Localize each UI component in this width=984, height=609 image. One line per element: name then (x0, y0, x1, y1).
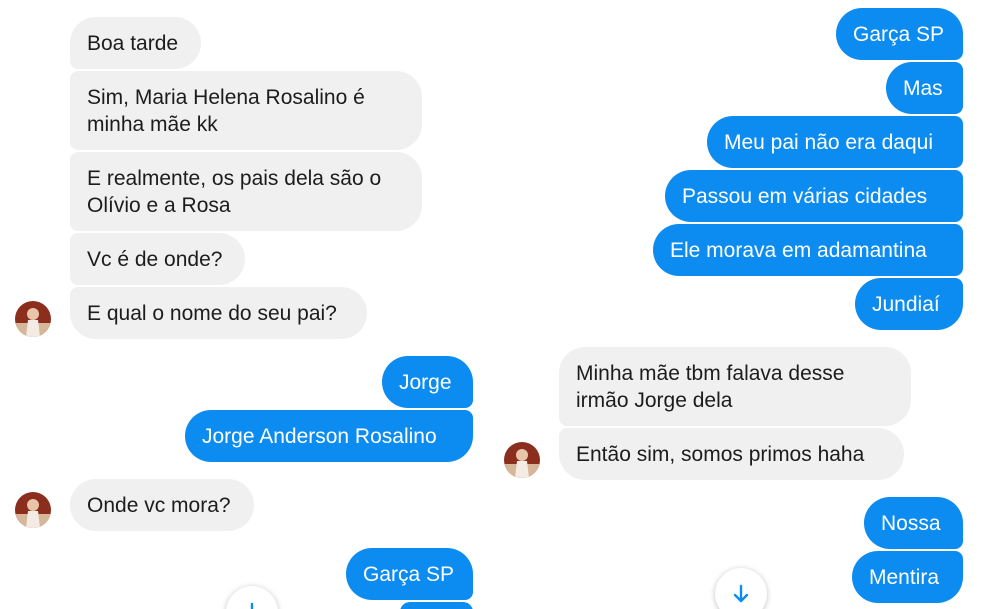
message-bubble-outgoing[interactable]: Passou em várias cidades (665, 170, 963, 222)
right-chat-panel: Garça SP Mas Meu pai não era daqui Passo… (492, 0, 984, 609)
message-text: Ele morava em adamantina (670, 238, 927, 262)
message-bubble-incoming[interactable]: Minha mãe tbm falava desse irmão Jorge d… (559, 347, 911, 426)
message-text: Garça SP (363, 562, 455, 586)
message-text: Mas (903, 76, 943, 100)
message-text: E qual o nome do seu pai? (87, 301, 337, 325)
message-bubble-outgoing[interactable]: Garça SP (836, 8, 963, 60)
message-bubble-outgoing[interactable]: Meu pai não era daqui (707, 116, 963, 168)
message-bubble-outgoing[interactable]: Jorge (382, 356, 473, 408)
message-text: Meu pai não era daqui (724, 130, 933, 154)
message-bubble-incoming[interactable]: Vc é de onde? (70, 233, 245, 285)
message-text: Mentira (869, 565, 940, 589)
arrow-down-icon (733, 584, 749, 603)
message-bubble-outgoing[interactable]: Jorge Anderson Rosalino (185, 410, 473, 462)
message-text: Vc é de onde? (87, 247, 223, 271)
message-text: E realmente, os pais dela são o Olívio e… (87, 166, 382, 217)
contact-avatar-icon[interactable] (15, 301, 51, 337)
avatar-image (15, 492, 51, 528)
message-text: Onde vc mora? (87, 493, 231, 517)
message-text: Jundiaí (872, 292, 940, 316)
message-bubble-outgoing[interactable]: Mas (886, 62, 963, 114)
message-text: Jorge (399, 370, 452, 394)
partial-bubble-outgoing (400, 602, 473, 609)
contact-avatar-icon[interactable] (15, 492, 51, 528)
message-bubble-outgoing[interactable]: Mentira (852, 551, 963, 603)
message-bubble-incoming[interactable]: Então sim, somos primos haha (559, 428, 904, 480)
message-text: Garça SP (853, 22, 945, 46)
message-text: Boa tarde (87, 31, 179, 55)
avatar-image (504, 442, 540, 478)
message-bubble-incoming[interactable]: E qual o nome do seu pai? (70, 287, 367, 339)
message-text: Sim, Maria Helena Rosalino é minha mãe k… (87, 85, 365, 136)
message-bubble-incoming[interactable]: Onde vc mora? (70, 479, 254, 531)
message-text: Minha mãe tbm falava desse irmão Jorge d… (576, 361, 845, 412)
arrow-down-icon (250, 602, 254, 609)
message-text: Então sim, somos primos haha (576, 442, 865, 466)
message-text: Jorge Anderson Rosalino (202, 424, 437, 448)
message-bubble-incoming[interactable]: E realmente, os pais dela são o Olívio e… (70, 152, 422, 231)
message-bubble-outgoing[interactable]: Nossa (864, 497, 963, 549)
left-chat-panel: Boa tarde Sim, Maria Helena Rosalino é m… (0, 0, 492, 609)
scroll-to-bottom-button[interactable] (226, 586, 278, 609)
message-bubble-outgoing[interactable]: Jundiaí (855, 278, 963, 330)
message-bubble-incoming[interactable]: Boa tarde (70, 17, 201, 69)
message-bubble-outgoing[interactable]: Garça SP (346, 548, 473, 600)
message-bubble-outgoing[interactable]: Ele morava em adamantina (653, 224, 963, 276)
contact-avatar-icon[interactable] (504, 442, 540, 478)
message-text: Nossa (881, 511, 941, 535)
avatar-image (15, 301, 51, 337)
scroll-to-bottom-button[interactable] (715, 568, 767, 609)
message-bubble-incoming[interactable]: Sim, Maria Helena Rosalino é minha mãe k… (70, 71, 422, 150)
message-text: Passou em várias cidades (682, 184, 928, 208)
